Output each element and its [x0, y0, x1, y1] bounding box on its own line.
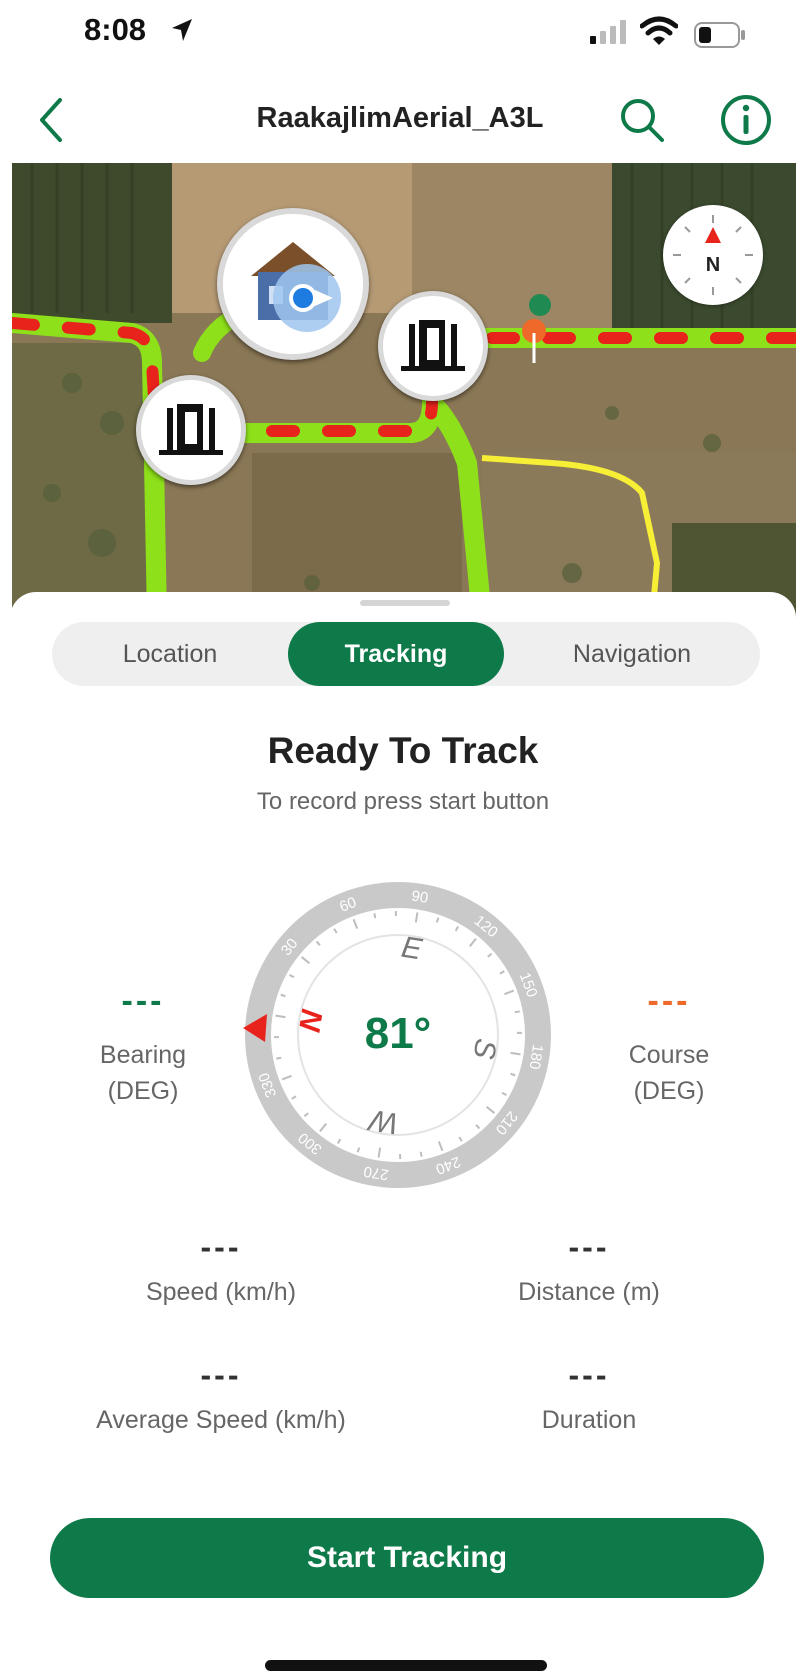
- compass-tick: [303, 1112, 309, 1118]
- heading-value: 81°: [365, 1009, 432, 1058]
- door-icon: [159, 404, 223, 455]
- compass-tick: [280, 993, 286, 998]
- search-icon[interactable]: [614, 92, 670, 148]
- status-time: 8:08: [84, 12, 147, 47]
- distance-value: ---: [568, 1229, 610, 1265]
- nav-bar: RaakajlimAerial_A3L: [0, 80, 796, 160]
- tab-navigation[interactable]: Navigation: [504, 622, 760, 686]
- duration-value: ---: [568, 1357, 610, 1393]
- duration-label: Duration: [541, 1406, 637, 1434]
- distance-label: Distance (m): [518, 1278, 660, 1306]
- house-icon: [223, 214, 363, 354]
- tab-location[interactable]: Location: [52, 622, 288, 686]
- compass-north-letter: N: [706, 254, 720, 276]
- heading-compass-dial: 3060 90120150180210240270300330 NESW 81°: [243, 882, 551, 1188]
- back-chevron-icon[interactable]: [28, 90, 78, 150]
- compass-tick: [475, 1124, 481, 1130]
- status-bar: 8:08: [0, 0, 796, 70]
- compass-tick: [373, 913, 377, 919]
- bearing-readout: --- Bearing (DEG): [78, 983, 208, 1109]
- compass-tick: [437, 1141, 444, 1152]
- course-unit: (DEG): [633, 1077, 705, 1105]
- course-label: Course: [628, 1041, 710, 1069]
- compass-tick: [487, 952, 493, 958]
- compass-tick: [275, 1014, 286, 1019]
- compass-tick: [419, 1151, 423, 1157]
- compass-tick: [510, 1072, 516, 1077]
- compass-tick: [501, 1091, 507, 1096]
- bearing-label: Bearing: [99, 1041, 187, 1069]
- door-icon: [401, 320, 465, 371]
- gate-pin[interactable]: [136, 375, 246, 485]
- compass-tick: [499, 970, 505, 975]
- tracking-status-title: Ready To Track: [267, 730, 539, 771]
- course-value: ---: [647, 982, 691, 1020]
- compass-cardinal-s: S: [467, 1036, 503, 1061]
- wifi-icon: [640, 16, 678, 45]
- compass-tick: [276, 1056, 282, 1060]
- cellular-signal-icon: [590, 20, 626, 44]
- compass-tick: [504, 989, 515, 996]
- gate-pin[interactable]: [378, 291, 488, 401]
- tab-tracking[interactable]: Tracking: [288, 622, 504, 686]
- speed-value: ---: [200, 1229, 242, 1265]
- compass-tick: [333, 928, 338, 934]
- compass-tick: [510, 1051, 521, 1056]
- course-readout: --- Course (DEG): [604, 983, 734, 1109]
- compass-tick: [352, 918, 359, 929]
- compass-tick: [414, 912, 419, 923]
- compass-tick: [454, 926, 459, 932]
- distance-stat: --- Distance (m): [429, 1228, 749, 1307]
- info-icon[interactable]: [718, 92, 774, 148]
- home-indicator: [265, 1660, 547, 1671]
- location-arrow-icon: [172, 19, 192, 41]
- page-title: RaakajlimAerial_A3L: [256, 102, 544, 134]
- map-compass-button[interactable]: N: [663, 205, 763, 305]
- compass-tick: [315, 940, 321, 946]
- tracking-status-hint: To record press start button: [256, 788, 550, 815]
- compass-tick: [485, 1105, 495, 1114]
- compass-tick: [377, 1147, 382, 1158]
- compass-tick: [291, 1095, 297, 1100]
- compass-cardinal-n: N: [294, 1007, 330, 1035]
- compass-degree-label: 90: [410, 888, 429, 907]
- speed-stat: --- Speed (km/h): [61, 1228, 381, 1307]
- compass-tick: [289, 974, 295, 979]
- average-speed-stat: --- Average Speed (km/h): [61, 1356, 381, 1435]
- north-compass-icon: N: [673, 215, 753, 295]
- compass-tick: [281, 1074, 292, 1081]
- average-speed-value: ---: [200, 1357, 242, 1393]
- compass-tick: [337, 1138, 342, 1144]
- compass-tick: [356, 1147, 361, 1153]
- sheet-grabber[interactable]: [360, 600, 450, 606]
- compass-cardinal-w: W: [365, 1102, 401, 1139]
- compass-tick: [319, 1122, 328, 1132]
- compass-tick: [435, 917, 440, 923]
- bearing-unit: (DEG): [107, 1077, 179, 1105]
- battery-icon: [694, 22, 745, 48]
- compass-tick: [301, 956, 311, 965]
- home-location-pin[interactable]: [217, 208, 369, 360]
- compass-tick: [458, 1136, 463, 1142]
- speed-label: Speed (km/h): [145, 1278, 297, 1306]
- compass-cardinal-e: E: [399, 931, 425, 967]
- duration-stat: --- Duration: [429, 1356, 749, 1435]
- bearing-value: ---: [121, 982, 165, 1020]
- mode-segmented-control: Location Tracking Navigation: [52, 622, 760, 686]
- start-tracking-button[interactable]: Start Tracking: [50, 1518, 764, 1598]
- compass-tick: [468, 938, 477, 948]
- compass-tick: [514, 1010, 520, 1014]
- average-speed-label: Average Speed (km/h): [96, 1406, 346, 1434]
